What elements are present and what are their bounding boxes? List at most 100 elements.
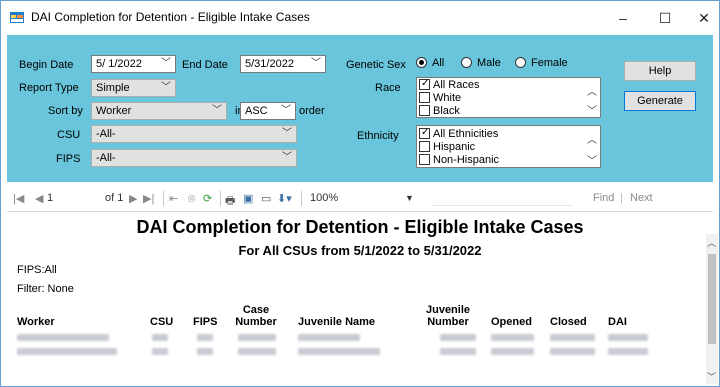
current-page-input[interactable]: 1 [47,192,53,204]
sort-by-label: Sort by [48,105,83,117]
fips-value: -All- [96,152,116,164]
redacted-cell [17,334,109,341]
find-text-input[interactable] [433,190,573,206]
csu-select[interactable]: -All- ﹀ [91,125,297,143]
last-page-icon[interactable]: ▶| [143,192,154,205]
scroll-down-icon[interactable]: ﹀ [587,152,597,167]
column-header-opened: Opened [491,316,532,328]
ethnicity-item-label: All Ethnicities [433,128,499,140]
report-scrollbar[interactable]: ︿ ﹀ [706,234,718,384]
redacted-cell [550,334,595,341]
redacted-cell [197,334,213,341]
chevron-down-icon: ﹀ [282,128,292,139]
csu-value: -All- [96,128,116,140]
page-setup-icon[interactable]: ▭ [261,192,271,205]
column-header-dai: DAI [608,316,627,328]
race-item-black[interactable]: Black [419,105,460,117]
column-header-juvenile-name: Juvenile Name [298,316,376,328]
report-title: DAI Completion for Detention - Eligible … [136,217,584,237]
maximize-button[interactable]: ☐ [650,7,680,29]
sex-radio-all[interactable]: All [416,57,444,71]
close-button[interactable]: ✕ [689,7,719,29]
radio-dot-icon [461,57,472,68]
toolbar-divider [163,191,164,206]
sex-radio-female[interactable]: Female [515,57,568,71]
report-type-select[interactable]: Simple ﹀ [91,79,176,97]
column-header-juvenile-number: Juvenile Number [425,304,471,328]
order-label: order [299,105,325,117]
find-button[interactable]: Find [593,192,614,204]
scroll-up-icon[interactable]: ︿ [587,131,597,146]
previous-page-icon[interactable]: ◀ [35,192,43,205]
print-layout-icon[interactable]: ▣ [243,192,253,205]
chevron-down-icon: ﹀ [282,152,292,163]
zoom-dropdown-icon[interactable]: ▼ [405,193,414,203]
end-date-label: End Date [182,59,228,71]
column-header-fips: FIPS [193,316,218,328]
fips-line: FIPS:All [17,264,57,276]
page-count: of 1 [105,192,124,204]
redacted-cell [491,334,534,341]
sex-radio-male[interactable]: Male [461,57,501,71]
race-item-white[interactable]: White [419,92,461,104]
checkbox-icon [419,127,430,139]
redacted-cell [608,334,648,341]
column-header-closed: Closed [550,316,587,328]
first-page-icon[interactable]: |◀ [13,192,24,205]
next-page-icon[interactable]: ▶ [129,192,137,205]
redacted-cell [152,334,168,341]
checkbox-icon [419,154,430,165]
generate-button[interactable]: Generate [624,91,696,111]
redacted-cell [550,348,595,355]
race-listbox[interactable]: All Races White Black ︿ ﹀ [416,77,601,118]
scroll-down-icon[interactable]: ﹀ [707,370,716,383]
chevron-down-icon: ﹀ [212,105,222,116]
scrollbar-thumb[interactable] [708,254,716,344]
stop-icon[interactable]: ⊗ [187,192,196,205]
checkbox-icon [419,92,430,103]
ethnicity-listbox[interactable]: All Ethnicities Hispanic Non-Hispanic ︿ … [416,125,601,168]
radio-dot-icon [416,57,427,68]
help-button[interactable]: Help [624,61,696,81]
filter-line: Filter: None [17,283,74,295]
column-header-csu: CSU [150,316,174,328]
ethnicity-scrollbar[interactable]: ︿ ﹀ [583,126,600,167]
find-separator: | [620,192,623,204]
ethnicity-item-hispanic[interactable]: Hispanic [419,141,475,153]
zoom-select[interactable]: 100% [310,192,338,204]
scroll-up-icon[interactable]: ︿ [587,83,597,98]
sort-by-select[interactable]: Worker ﹀ [91,102,227,120]
redacted-cell [608,348,648,355]
sort-order-select[interactable]: ASC ﹀ [240,102,296,120]
ethnicity-item-label: Non-Hispanic [433,154,500,166]
app-icon [10,12,24,23]
checkbox-icon [419,105,430,116]
print-icon[interactable]: 🖶 [225,192,235,211]
report-type-label: Report Type [19,82,79,94]
ethnicity-item-all[interactable]: All Ethnicities [419,127,499,140]
redacted-cell [152,348,168,355]
race-scrollbar[interactable]: ︿ ﹀ [583,78,600,117]
redacted-cell [298,334,360,341]
redacted-cell [491,348,534,355]
minimize-button[interactable]: – [608,7,638,29]
ethnicity-item-non-hispanic[interactable]: Non-Hispanic [419,154,499,166]
sex-option-label: Male [477,57,501,69]
refresh-icon[interactable]: ⟳ [203,192,212,205]
genetic-sex-label: Genetic Sex [346,59,406,71]
back-icon[interactable]: ⇤ [169,192,178,205]
next-button[interactable]: Next [630,192,653,204]
fips-label: FIPS [56,153,81,165]
race-label: Race [375,82,401,94]
race-item-all[interactable]: All Races [419,78,479,91]
chevron-down-icon: ﹀ [161,58,171,69]
scroll-down-icon[interactable]: ﹀ [587,102,597,117]
redacted-cell [298,348,380,355]
export-icon[interactable]: ⬇▾ [277,192,292,205]
end-date-picker[interactable]: 5/31/2022 ﹀ [240,55,326,73]
fips-select[interactable]: -All- ﹀ [91,149,297,167]
scroll-up-icon[interactable]: ︿ [707,236,716,249]
begin-date-picker[interactable]: 5/ 1/2022 ﹀ [91,55,176,73]
toolbar-divider [220,191,221,206]
toolbar-divider [301,191,302,206]
